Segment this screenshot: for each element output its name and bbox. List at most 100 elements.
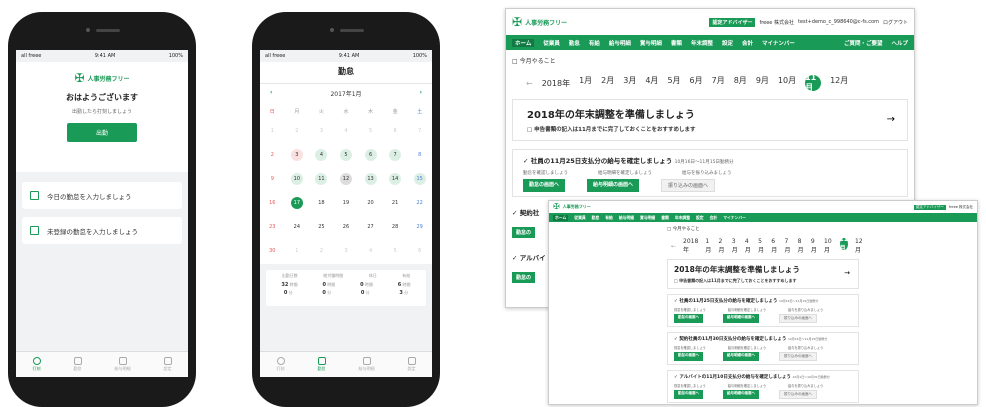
month-tab[interactable]: 3月 xyxy=(732,238,738,254)
calendar-day[interactable]: 3 xyxy=(315,125,327,137)
attendance-button[interactable]: 勤怠の画面へ xyxy=(523,179,566,192)
calendar-day[interactable]: 7 xyxy=(389,149,402,161)
month-tab[interactable]: 9月 xyxy=(756,75,769,91)
month-tab[interactable]: 8月 xyxy=(798,238,804,254)
month-tab[interactable]: 9月 xyxy=(811,238,817,254)
calendar-day[interactable]: 24 xyxy=(291,221,303,233)
calendar-day[interactable]: 6 xyxy=(389,125,401,137)
calendar-day[interactable]: 6 xyxy=(414,245,426,257)
calendar-day[interactable]: 5 xyxy=(365,125,377,137)
calendar-day[interactable]: 9 xyxy=(266,173,278,185)
calendar-day[interactable]: 3 xyxy=(340,245,352,257)
calendar-day[interactable]: 15 xyxy=(413,173,426,185)
month-tab-active[interactable]: 11月 xyxy=(839,236,848,252)
month-tab[interactable]: 1月 xyxy=(579,75,592,91)
nav-item[interactable]: 書類 xyxy=(671,39,682,47)
month-tab[interactable]: 8月 xyxy=(734,75,747,91)
nav-item[interactable]: マイナンバー xyxy=(723,215,746,221)
nav-feedback[interactable]: ご質問・ご要望 xyxy=(844,39,883,47)
calendar-day[interactable]: 28 xyxy=(389,221,401,233)
calendar-day[interactable]: 29 xyxy=(414,221,426,233)
nav-item[interactable]: 従業員 xyxy=(574,215,585,221)
calendar-day[interactable]: 16 xyxy=(266,197,278,209)
transfer-button[interactable]: 振り込みの画面へ xyxy=(779,314,817,323)
month-tab[interactable]: 10月 xyxy=(778,75,796,91)
calendar-day[interactable]: 4 xyxy=(315,149,328,161)
month-tab[interactable]: 12月 xyxy=(855,238,864,254)
month-tab[interactable]: 4月 xyxy=(645,75,658,91)
tab-payslip[interactable]: 給与明細 xyxy=(115,357,131,372)
calendar-day[interactable]: 4 xyxy=(365,245,377,257)
calendar-day[interactable]: 2 xyxy=(291,125,303,137)
transfer-button[interactable]: 振り込みの画面へ xyxy=(779,352,817,361)
month-tab[interactable]: 3月 xyxy=(623,75,636,91)
calendar-day[interactable]: 5 xyxy=(339,149,352,161)
calendar-day[interactable]: 7 xyxy=(414,125,426,137)
nav-item[interactable]: 勤怠 xyxy=(592,215,600,221)
tab-attendance[interactable]: 勤怠 xyxy=(317,357,326,372)
calendar-day[interactable]: 1 xyxy=(291,245,303,257)
month-tab[interactable]: 7月 xyxy=(712,75,725,91)
nav-item[interactable]: 設定 xyxy=(696,215,704,221)
nav-item[interactable]: ホーム xyxy=(512,38,535,47)
calendar-day[interactable]: 21 xyxy=(389,197,401,209)
month-tab[interactable]: 4月 xyxy=(745,238,751,254)
calendar-day[interactable]: 12 xyxy=(339,173,352,185)
month-tab[interactable]: 5月 xyxy=(758,238,764,254)
tab-payslip[interactable]: 給与明細 xyxy=(359,357,375,372)
calendar-day[interactable]: 6 xyxy=(364,149,377,161)
attendance-button[interactable]: 勤怠の xyxy=(512,227,536,238)
nav-item[interactable]: 従業員 xyxy=(543,39,560,47)
calendar-day[interactable]: 25 xyxy=(315,221,327,233)
calendar-day[interactable]: 27 xyxy=(365,221,377,233)
nav-item[interactable]: 設定 xyxy=(722,39,733,47)
nav-item[interactable]: ホーム xyxy=(553,214,569,221)
nav-item[interactable]: 給与明細 xyxy=(619,215,634,221)
month-tab[interactable]: 12月 xyxy=(830,75,848,91)
month-tab[interactable]: 6月 xyxy=(690,75,703,91)
month-tab[interactable]: 7月 xyxy=(784,238,790,254)
calendar-day[interactable]: 2 xyxy=(266,149,278,161)
attendance-button[interactable]: 勤怠の xyxy=(512,272,536,283)
month-tab[interactable]: 2月 xyxy=(719,238,725,254)
attendance-button[interactable]: 勤怠の画面へ xyxy=(674,352,703,361)
calendar-day[interactable]: 2 xyxy=(315,245,327,257)
nav-item[interactable]: 勤怠 xyxy=(569,39,580,47)
payslip-button[interactable]: 給与明細の画面へ xyxy=(723,352,759,361)
calendar-day[interactable]: 14 xyxy=(389,173,402,185)
transfer-button[interactable]: 振り込みの画面へ xyxy=(779,390,817,399)
nav-item[interactable]: 有給 xyxy=(589,39,600,47)
nav-item[interactable]: 年末調整 xyxy=(675,215,690,221)
calendar-day[interactable]: 1 xyxy=(266,125,278,137)
nav-item[interactable]: 賞与明細 xyxy=(640,215,655,221)
nav-item[interactable]: 会計 xyxy=(742,39,753,47)
nav-item[interactable]: マイナンバー xyxy=(762,39,795,47)
menu-today-attendance[interactable]: 今日の勤怠を入力しましょう xyxy=(22,182,182,209)
calendar-day[interactable]: 26 xyxy=(340,221,352,233)
calendar-day[interactable]: 18 xyxy=(315,197,327,209)
attendance-button[interactable]: 勤怠の画面へ xyxy=(674,314,703,323)
payslip-button[interactable]: 給与明細の画面へ xyxy=(723,390,759,399)
tab-punch[interactable]: 打刻 xyxy=(32,357,41,372)
prev-month-icon[interactable]: ‹ xyxy=(270,89,272,98)
hero-card[interactable]: 2018年の年末調整を準備しましょう □ 申告書類の記入は11月までに完了してお… xyxy=(512,99,908,141)
hero-card[interactable]: 2018年の年末調整を準備しましょう □ 申告書類の記入は11月までに完了してお… xyxy=(667,259,859,289)
selected-day[interactable]: 17 xyxy=(290,197,303,209)
menu-unregistered-attendance[interactable]: 未登録の勤怠を入力しましょう xyxy=(22,217,182,244)
month-tab[interactable]: 2月 xyxy=(601,75,614,91)
month-tab[interactable]: 6月 xyxy=(771,238,777,254)
calendar-day[interactable]: 10 xyxy=(290,173,303,185)
payslip-button[interactable]: 給与明細の画面へ xyxy=(587,179,640,192)
calendar-day[interactable]: 20 xyxy=(365,197,377,209)
nav-item[interactable]: 書類 xyxy=(661,215,669,221)
calendar-day[interactable]: 22 xyxy=(414,197,426,209)
month-tab-active[interactable]: 11月 xyxy=(805,73,822,92)
calendar-day[interactable]: 13 xyxy=(364,173,377,185)
calendar-day[interactable]: 3 xyxy=(290,149,303,161)
nav-item[interactable]: 給与明細 xyxy=(609,39,631,47)
nav-help[interactable]: ヘルプ xyxy=(891,39,908,47)
nav-item[interactable]: 年末調整 xyxy=(691,39,713,47)
calendar-day[interactable]: 30 xyxy=(266,245,278,257)
calendar-day[interactable]: 5 xyxy=(389,245,401,257)
tab-settings[interactable]: 設定 xyxy=(407,357,416,372)
